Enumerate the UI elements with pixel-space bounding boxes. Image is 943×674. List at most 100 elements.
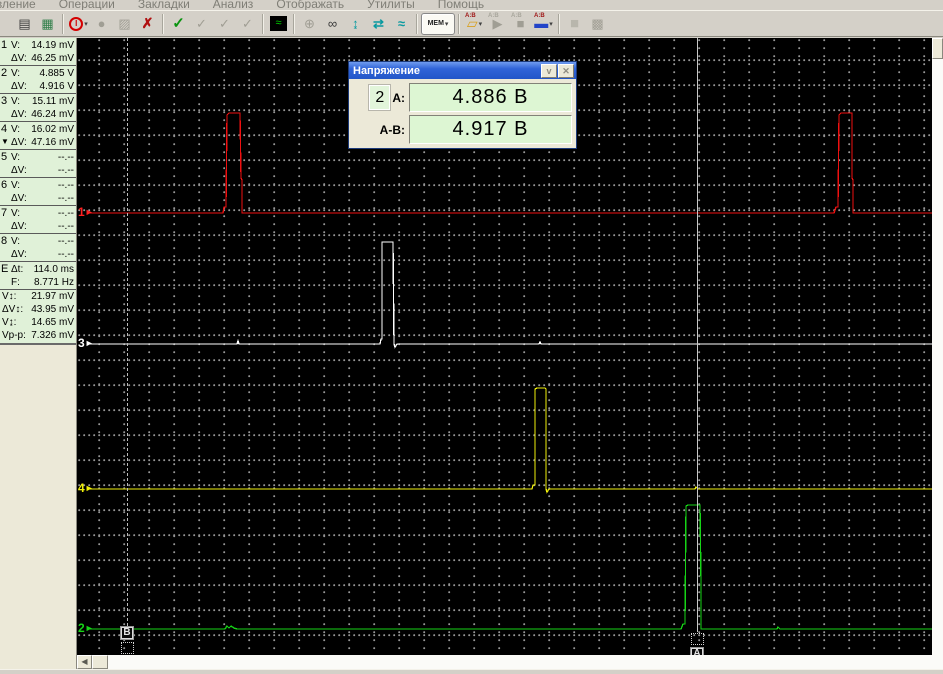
cursors-button[interactable]: ⇄ bbox=[367, 13, 390, 35]
search-binoculars-button-icon: ∞ bbox=[328, 17, 337, 30]
vertical-scrollbar-thumb[interactable] bbox=[932, 38, 943, 59]
menu-item-4[interactable]: Отображать bbox=[276, 0, 344, 10]
v-value: --.-- bbox=[58, 235, 74, 248]
confirm-button-icon: ✓ bbox=[172, 17, 185, 30]
channel-values: V:14.19 mVΔV:46.25 mV bbox=[11, 39, 74, 65]
channel-number-col: 2 bbox=[1, 67, 11, 93]
stat-value: 7.326 mV bbox=[31, 329, 74, 342]
channel-row-4: 4▼V:16.02 mVΔV:47.16 mV bbox=[0, 122, 76, 150]
cursors-button-icon: ⇄ bbox=[373, 17, 384, 30]
channel-row-1: 1V:14.19 mVΔV:46.25 mV bbox=[0, 38, 76, 66]
channel-values: V:--.--ΔV:--.-- bbox=[11, 207, 74, 233]
dv-label: ΔV: bbox=[11, 52, 27, 65]
probe-button[interactable]: ▨ bbox=[113, 13, 136, 35]
v-line: V:--.-- bbox=[11, 151, 74, 164]
dv-line: ΔV:--.-- bbox=[11, 192, 74, 205]
collapse-icon[interactable]: v bbox=[541, 64, 557, 78]
cursor-b-selection[interactable] bbox=[121, 642, 134, 654]
v-label: V: bbox=[11, 151, 20, 164]
dropdown-icon[interactable]: ▾ bbox=[445, 20, 449, 28]
cursor-b-line[interactable] bbox=[127, 38, 128, 626]
channel-marker-arrow-icon: ► bbox=[85, 483, 94, 493]
save-image-button[interactable]: ▦ bbox=[36, 13, 59, 35]
trigger-marker-icon: ▼ bbox=[1, 136, 9, 147]
menu-item-5[interactable]: Утилиты bbox=[367, 0, 415, 10]
channel-number-col: 6 bbox=[1, 179, 11, 205]
channel-number: 6 bbox=[1, 179, 7, 192]
channel-4-trace bbox=[90, 388, 932, 492]
horizontal-scrollbar-thumb[interactable] bbox=[92, 655, 108, 669]
timing-row: EΔt:114.0 msF:8.771 Hz bbox=[0, 262, 76, 290]
v-value: --.-- bbox=[58, 179, 74, 192]
panel-ab-button-label: A:B bbox=[534, 13, 545, 19]
channel-marker-arrow-icon: ► bbox=[85, 338, 94, 348]
confirm-button[interactable]: ✓ bbox=[167, 13, 190, 35]
v-value: --.-- bbox=[58, 207, 74, 220]
dv-line: ΔV:--.-- bbox=[11, 164, 74, 177]
channel-marker-4[interactable]: 4► bbox=[78, 481, 94, 495]
dv-value: --.-- bbox=[58, 248, 74, 261]
toolbar-separator bbox=[458, 14, 460, 34]
square-button[interactable]: ■ bbox=[563, 13, 586, 35]
globe-button[interactable]: ⊕ bbox=[298, 13, 321, 35]
record-button[interactable]: ● bbox=[90, 13, 113, 35]
dotted-square-button[interactable]: ▩ bbox=[586, 13, 609, 35]
check-wave-2-button[interactable]: ✓ bbox=[213, 13, 236, 35]
check-wave-3-button[interactable]: ✓ bbox=[236, 13, 259, 35]
channel-marker-label: 3 bbox=[78, 336, 85, 350]
menu-item-0[interactable]: Управление bbox=[0, 0, 36, 10]
dropdown-icon[interactable]: ▾ bbox=[549, 20, 553, 28]
stat-label: V↕: bbox=[2, 290, 16, 303]
print-button[interactable]: ▤ bbox=[13, 13, 36, 35]
close-icon[interactable]: ✕ bbox=[558, 64, 574, 78]
save-image-button-icon: ▦ bbox=[41, 17, 53, 30]
channel-3-trace bbox=[90, 242, 932, 347]
vertical-scrollbar[interactable] bbox=[932, 38, 943, 655]
channel-row-5: 5V:--.--ΔV:--.-- bbox=[0, 150, 76, 178]
v-line: V:--.-- bbox=[11, 207, 74, 220]
search-binoculars-button[interactable]: ∞ bbox=[321, 13, 344, 35]
cursor-a-line[interactable] bbox=[697, 38, 698, 632]
voltage-dialog-titlebar[interactable]: Напряжение v ✕ bbox=[349, 62, 576, 79]
stop-ab-button[interactable]: A:B■ bbox=[509, 13, 532, 35]
probe-button-icon: ▨ bbox=[118, 17, 130, 30]
channel-marker-3[interactable]: 3► bbox=[78, 336, 94, 350]
dropdown-icon[interactable]: ▾ bbox=[84, 20, 88, 28]
display-mode-button-icon: ≈ bbox=[270, 16, 287, 31]
dropdown-icon[interactable]: ▾ bbox=[479, 20, 483, 28]
v-line: V:16.02 mV bbox=[11, 123, 74, 136]
channel-row-6: 6 V:--.--ΔV:--.-- bbox=[0, 178, 76, 206]
play-ab-button[interactable]: A:B▶ bbox=[486, 13, 509, 35]
autoscale-button[interactable]: ↨ bbox=[344, 13, 367, 35]
load-ab-button[interactable]: A:B▱▾ bbox=[463, 13, 486, 35]
cursor-b-handle[interactable]: B bbox=[120, 626, 134, 640]
panel-ab-button-icon: ▬ bbox=[534, 17, 548, 30]
panel-ab-button[interactable]: A:B▬▾ bbox=[532, 13, 555, 35]
check-wave-1-button[interactable]: ✓ bbox=[190, 13, 213, 35]
dv-label: ΔV: bbox=[11, 136, 27, 149]
start-stop-button[interactable]: I▾ bbox=[67, 13, 90, 35]
stat-value: 43.95 mV bbox=[31, 303, 74, 316]
display-mode-button[interactable]: ≈ bbox=[267, 13, 290, 35]
horizontal-scrollbar[interactable]: ◀ bbox=[77, 655, 943, 669]
cursor-a-selection[interactable] bbox=[691, 633, 704, 645]
dialog-channel-box[interactable]: 2 bbox=[369, 85, 390, 110]
clear-button[interactable]: ✗ bbox=[136, 13, 159, 35]
dv-label: ΔV: bbox=[11, 80, 27, 93]
menu-item-2[interactable]: Закладки bbox=[138, 0, 190, 10]
v-line: V:--.-- bbox=[11, 179, 74, 192]
scroll-left-icon[interactable]: ◀ bbox=[77, 655, 92, 669]
menu-item-3[interactable]: Анализ bbox=[213, 0, 254, 10]
toolbar-separator bbox=[293, 14, 295, 34]
channel-2-trace bbox=[90, 505, 932, 629]
menu-item-1[interactable]: Операции bbox=[59, 0, 115, 10]
dv-label: ΔV: bbox=[11, 248, 27, 261]
channel-values: V:16.02 mVΔV: 47.16 mV bbox=[11, 123, 74, 149]
dv-value: 47.16 mV bbox=[31, 136, 74, 149]
channel-marker-1[interactable]: 1► bbox=[78, 205, 94, 219]
menu-item-6[interactable]: Помощь bbox=[438, 0, 484, 10]
waveform-button[interactable]: ≈ bbox=[390, 13, 413, 35]
mem-button[interactable]: MEM▾ bbox=[421, 13, 455, 35]
channel-marker-arrow-icon: ► bbox=[85, 623, 94, 633]
channel-marker-2[interactable]: 2► bbox=[78, 621, 94, 635]
